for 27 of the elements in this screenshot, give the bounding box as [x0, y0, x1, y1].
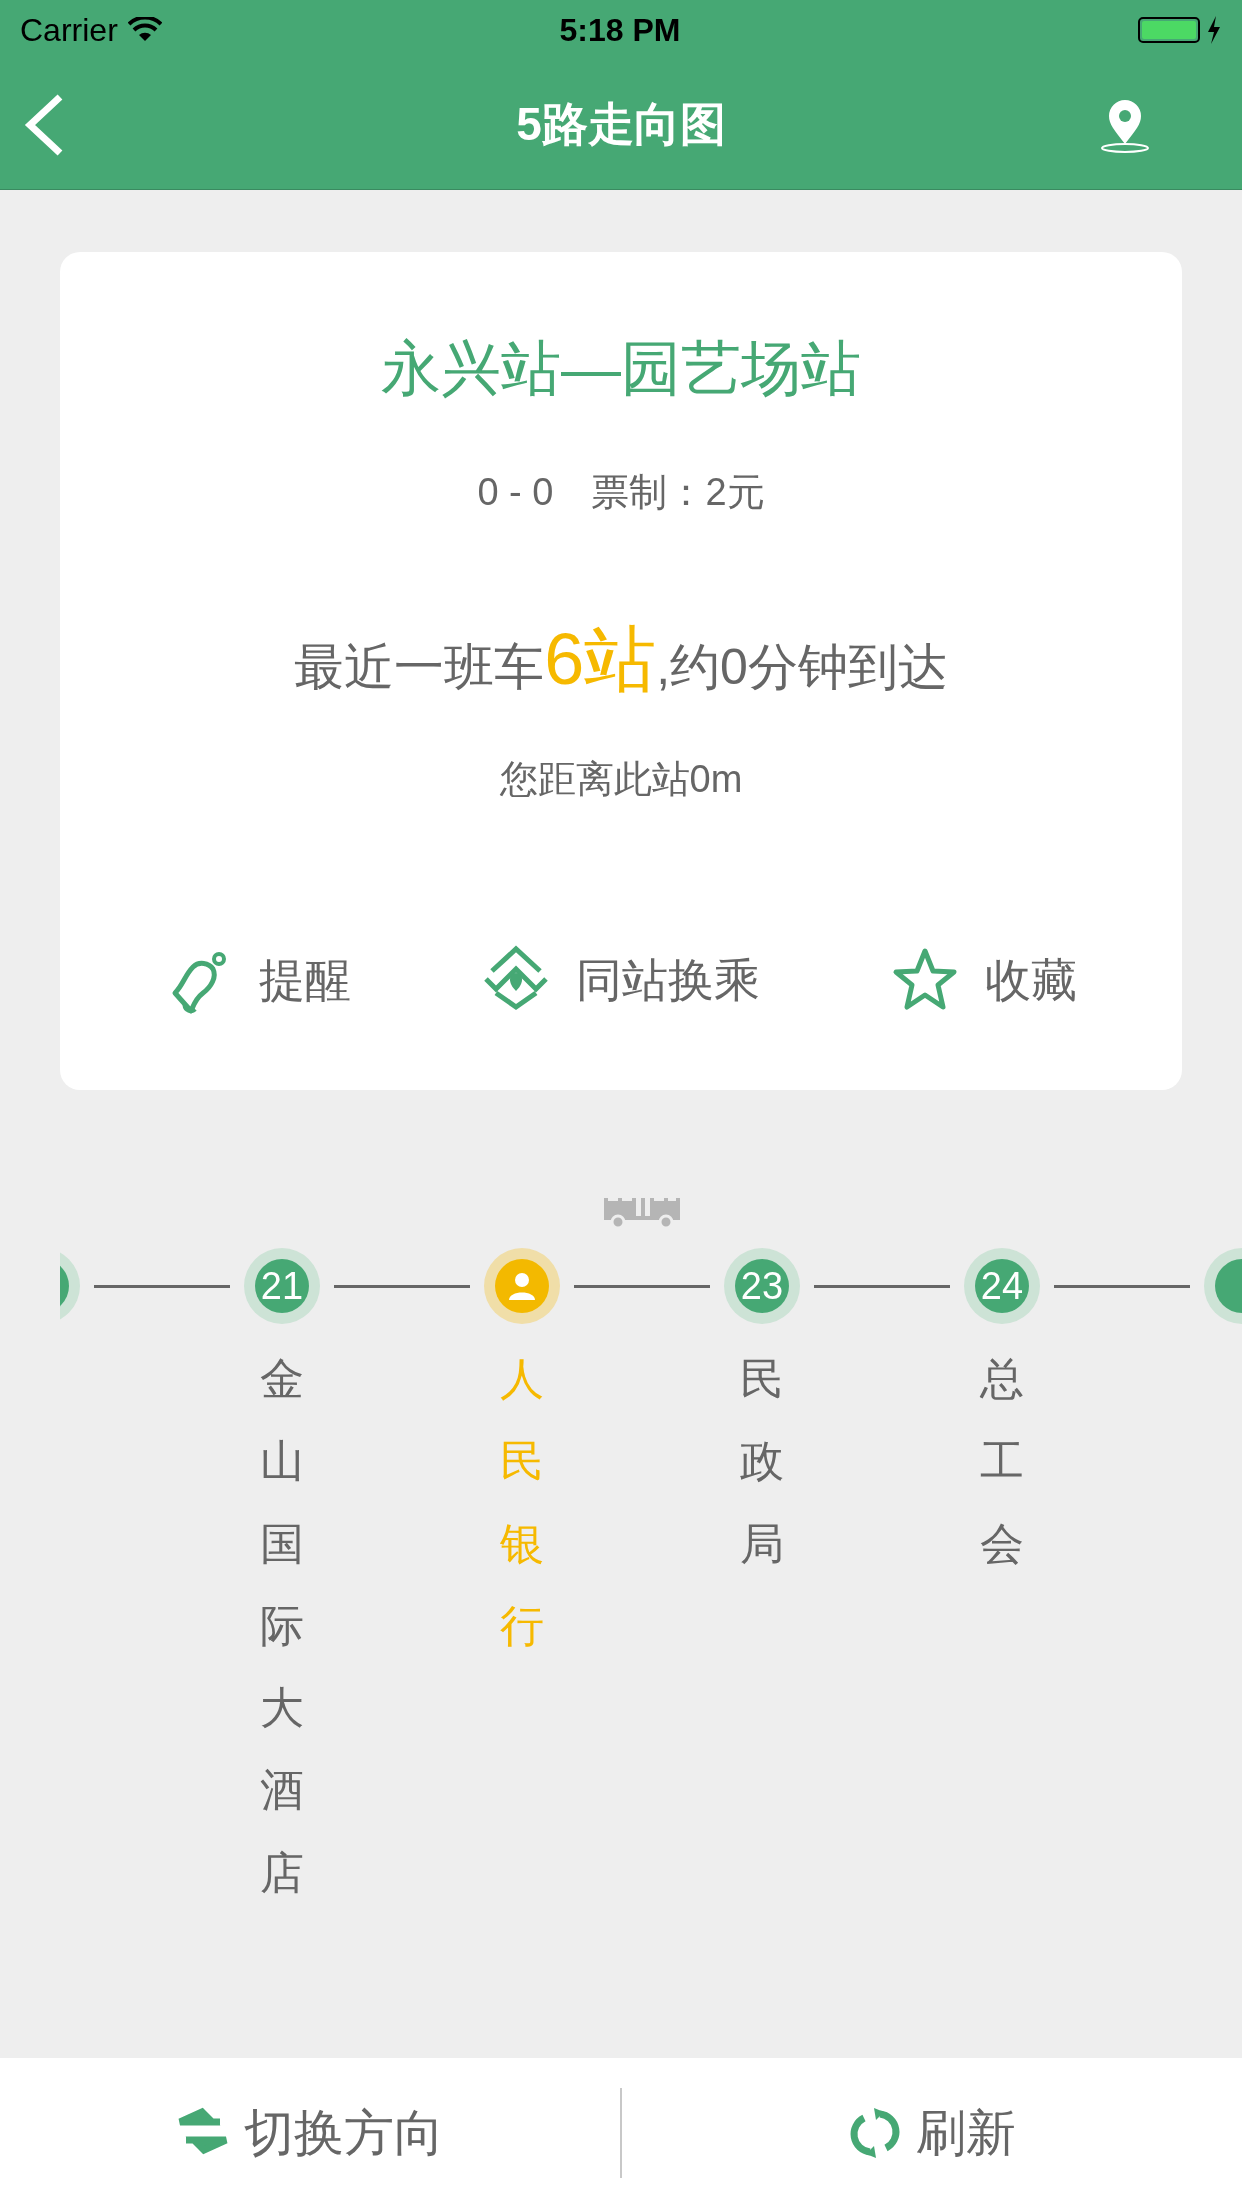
back-icon[interactable]	[24, 94, 64, 156]
distance-text: 您距离此站0m	[499, 757, 743, 802]
page-title: 5路走向图	[516, 97, 726, 152]
person-icon	[506, 1270, 538, 1302]
station-marker[interactable]: 23	[724, 1248, 800, 1324]
status-time: 5:18 PM	[558, 11, 682, 50]
station-marker[interactable]: 21	[244, 1248, 320, 1324]
arrival-text: 最近一班车6站,约0分钟到达	[294, 618, 948, 701]
station-number: 21	[260, 1267, 304, 1305]
station-number: 23	[740, 1267, 784, 1305]
station-name[interactable]: 金山国际大酒店	[260, 1338, 304, 1914]
action-button[interactable]: 提醒	[165, 945, 352, 1015]
station-marker[interactable]: 24	[964, 1248, 1040, 1324]
battery-icon	[1138, 17, 1200, 43]
station-name[interactable]: 民政局	[740, 1338, 784, 1585]
route-name: 永兴站—园艺场站	[381, 334, 861, 404]
location-icon[interactable]	[1100, 98, 1150, 154]
action-button[interactable]: 收藏	[890, 945, 1077, 1015]
bottom-button[interactable]: 切换方向	[0, 2058, 620, 2208]
fare-info: 0 - 0 票制：2元	[477, 470, 765, 515]
action-button[interactable]: 同站换乘	[482, 945, 760, 1015]
carrier-label: Carrier	[20, 11, 118, 50]
station-number: 24	[980, 1267, 1024, 1305]
station-name[interactable]: 总工会	[980, 1338, 1024, 1585]
wifi-icon	[127, 17, 162, 43]
bottom-button[interactable]: 刷新	[622, 2058, 1242, 2208]
charging-icon	[1206, 16, 1222, 44]
